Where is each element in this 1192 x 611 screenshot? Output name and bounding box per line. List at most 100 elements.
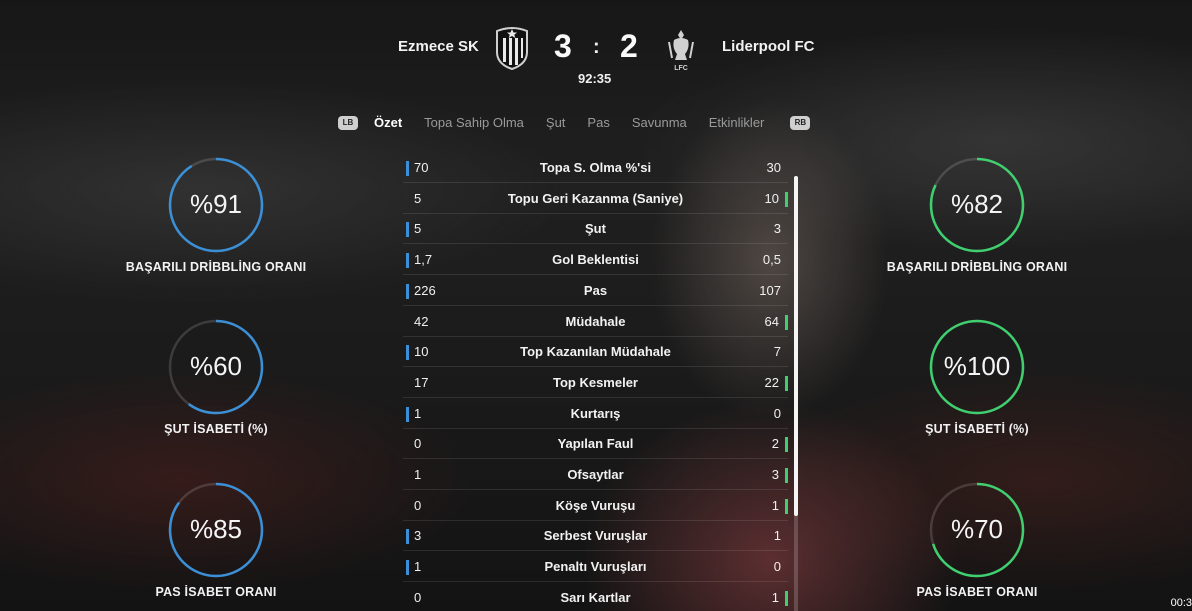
stat-row: 3 Serbest Vuruşlar 1 [403,521,788,552]
home-dribble-value: %91 [189,189,243,219]
away-leader-bar [785,191,788,207]
away-stat-value: 2 [771,436,779,452]
stat-label: Şut [585,221,606,237]
home-shot-accuracy-label: ŞUT İSABETİ (%) [164,422,268,436]
away-stat-value: 0 [773,405,781,421]
home-leader-bar [406,161,409,176]
home-stat-value: 3 [414,528,422,544]
tab-savunma[interactable]: Savunma [632,115,687,130]
away-stat-value: 22 [764,374,779,390]
stat-label: Köşe Vuruşu [555,497,636,513]
away-shot-accuracy-value: %100 [943,351,1011,381]
home-stat-value: 226 [414,282,436,298]
home-crest-icon [496,27,528,70]
stat-label: Top Kazanılan Müdahale [520,344,671,360]
away-stat-value: 107 [759,282,781,298]
home-leader-bar [406,222,409,238]
stat-label: Sarı Kartlar [560,589,631,605]
home-team-name: Ezmece SK [398,38,479,55]
away-stat-value: 1 [771,497,779,513]
stat-label: Müdahale [565,313,626,329]
away-dribble-value: %82 [950,189,1004,219]
away-leader-bar [785,314,788,330]
away-stat-value: 3 [773,221,781,237]
away-stat-value: 10 [764,190,779,206]
stat-label: Serbest Vuruşlar [543,528,648,544]
tab-pas[interactable]: Pas [587,115,609,130]
stat-row: 5 Topu Geri Kazanma (Saniye) 10 [403,184,788,214]
away-stat-value: 30 [766,160,781,175]
stat-label: Top Kesmeler [552,374,638,390]
stats-scrollbar-thumb[interactable] [794,176,798,516]
stat-label: Topu Geri Kazanma (Saniye) [507,190,684,206]
stat-row: 226 Pas 107 [403,276,788,306]
away-stat-value: 0 [773,559,781,575]
rb-bumper-icon[interactable]: RB [790,115,811,130]
corner-clock: 00:3 [1170,597,1192,609]
home-stat-value: 1 [414,467,422,482]
away-stat-value: 3 [771,467,779,482]
home-leader-bar [406,345,409,361]
home-stat-value: 0 [414,436,422,452]
stat-row: 10 Top Kazanılan Müdahale 7 [403,337,788,368]
home-stat-value: 0 [414,497,422,513]
away-leader-bar [785,437,788,453]
home-stat-value: 10 [414,344,429,360]
home-leader-bar [406,560,409,576]
stat-label: Ofsaytlar [567,467,624,482]
home-stat-value: 17 [414,374,429,390]
score-separator: : [593,36,600,58]
home-stat-value: 42 [414,313,429,329]
home-shot-accuracy-value: %60 [189,351,243,381]
away-stat-value: 1 [771,589,779,605]
away-leader-bar [785,590,788,606]
home-stat-value: 5 [414,190,422,206]
home-leader-bar [406,406,409,422]
tab-topa-sahip-olma[interactable]: Topa Sahip Olma [424,115,524,130]
tab-ozet[interactable]: Özet [374,115,402,130]
stat-row: 0 Sarı Kartlar 1 [403,583,788,611]
away-stat-value: 7 [773,344,781,360]
home-stat-value: 1 [414,559,422,575]
away-score: 2 [620,28,638,64]
tab-sut[interactable]: Şut [546,115,566,130]
home-stat-value: 0 [414,589,422,605]
away-shot-accuracy-label: ŞUT İSABETİ (%) [925,422,1029,436]
stat-row: 70 Topa S. Olma %'si 30 [403,153,788,183]
lb-bumper-icon[interactable]: LB [338,115,358,130]
stat-row: 1 Ofsaytlar 3 [403,460,788,490]
away-stat-value: 1 [773,528,781,544]
stat-row: 1 Kurtarış 0 [403,399,788,429]
stat-label: Penaltı Vuruşları [544,559,647,575]
home-pass-accuracy-label: PAS İSABET ORANI [155,585,277,599]
away-dribble-label: BAŞARILI DRİBBLİNG ORANI [886,260,1068,274]
away-leader-bar [785,468,788,483]
stat-label: Gol Beklentisi [552,252,639,268]
stats-tab-bar: LB Özet Topa Sahip Olma Şut Pas Savunma … [338,115,811,130]
stat-row: 5 Şut 3 [403,214,788,245]
stat-label: Topa S. Olma %'si [539,160,652,175]
away-pass-accuracy-label: PAS İSABET ORANI [916,585,1038,599]
stat-label: Pas [583,282,608,298]
away-stat-value: 64 [764,313,779,329]
stat-row: 17 Top Kesmeler 22 [403,368,788,398]
home-stat-value: 5 [414,221,422,237]
away-leader-bar [785,498,788,514]
stat-row: 0 Köşe Vuruşu 1 [403,491,788,521]
home-stat-value: 1 [414,405,422,421]
tab-etkinlikler[interactable]: Etkinlikler [709,115,765,130]
match-clock: 92:35 [578,71,612,86]
stat-row: 1 Penaltı Vuruşları 0 [403,552,788,583]
stat-row: 1,7 Gol Beklentisi 0,5 [403,245,788,276]
away-crest-icon: LFC [668,30,694,72]
away-stat-value: 0,5 [762,252,781,268]
home-stat-value: 1,7 [414,252,433,268]
home-stat-value: 70 [414,160,429,175]
away-team-name: Liderpool FC [722,38,815,55]
home-score: 3 [554,28,572,64]
stat-row: 0 Yapılan Faul 2 [403,429,788,460]
away-crest-text: LFC [674,65,688,72]
home-leader-bar [406,253,409,269]
stat-label: Yapılan Faul [557,436,634,452]
away-pass-accuracy-value: %70 [950,514,1004,544]
